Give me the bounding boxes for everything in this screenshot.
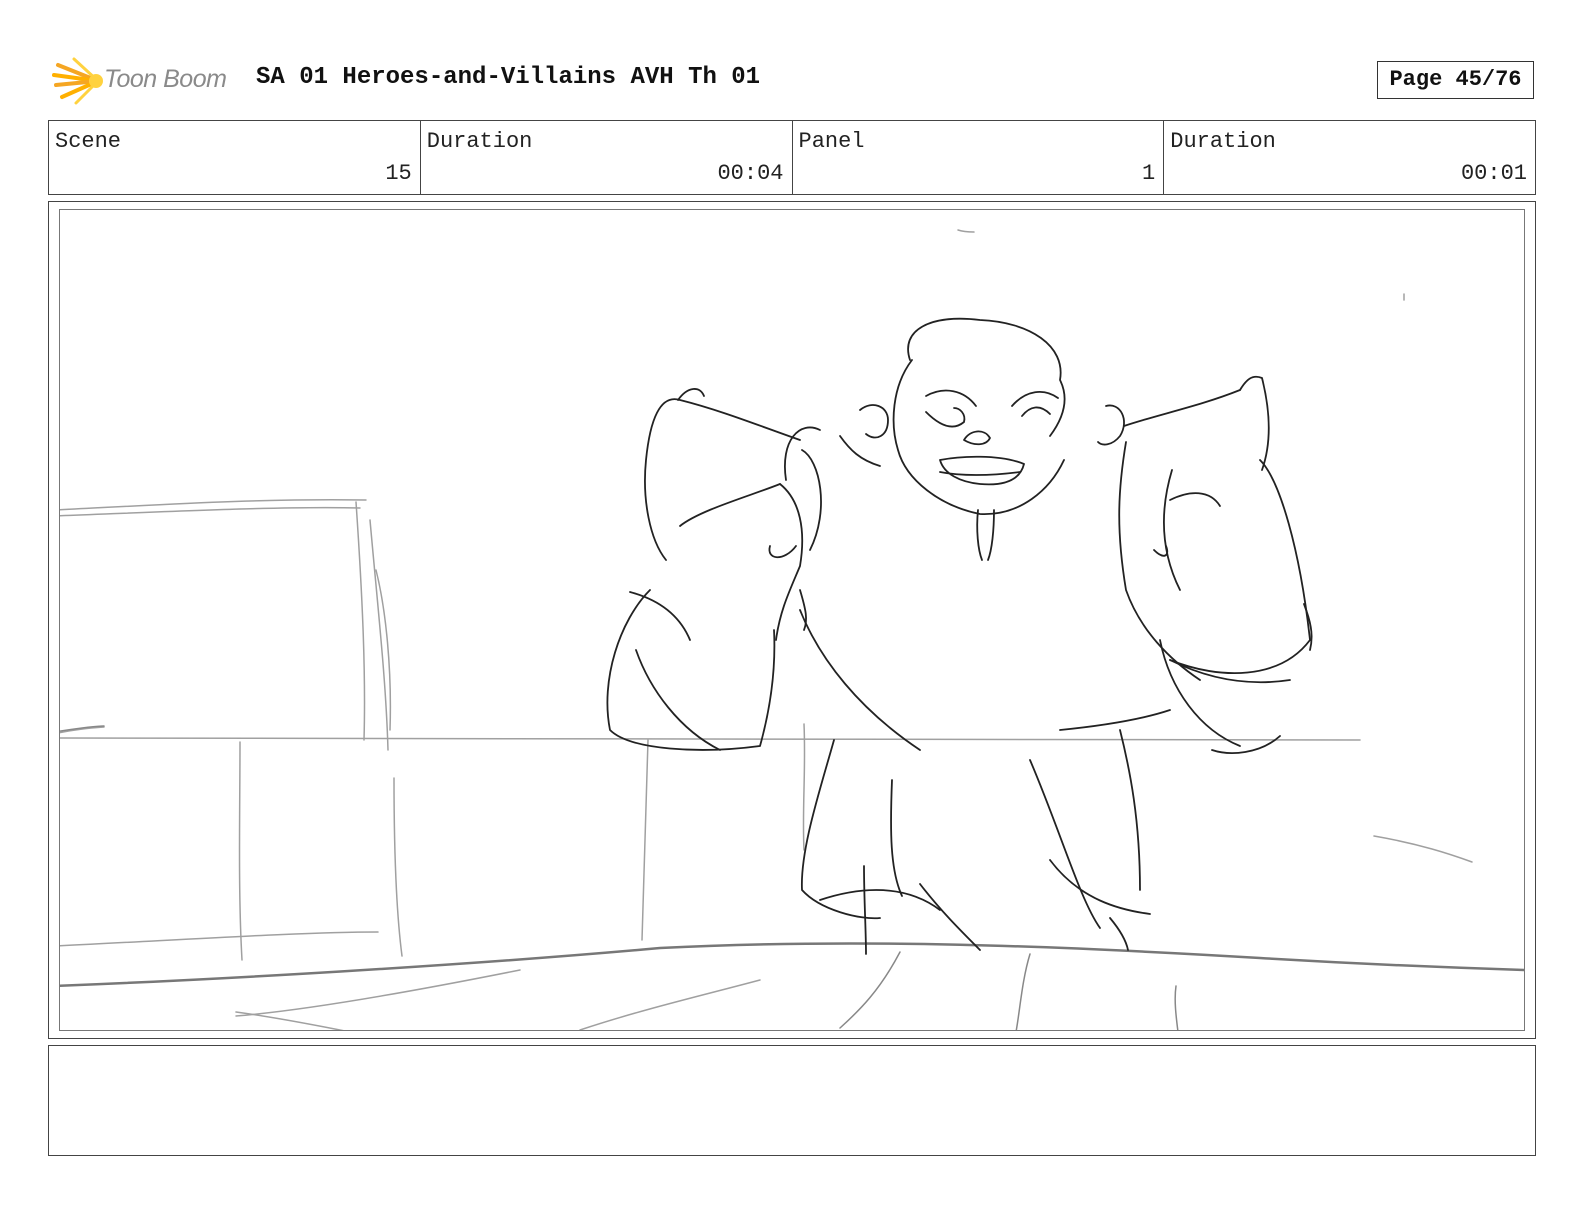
scene-value: 15: [385, 161, 412, 186]
scene-duration-label: Duration: [426, 129, 533, 154]
storyboard-panel-frame: [48, 201, 1536, 1039]
panel-duration-cell: Duration 00:01: [1164, 121, 1535, 194]
ground-line: [60, 942, 1524, 988]
panel-cell: Panel 1: [793, 121, 1165, 194]
panel-duration-value: 00:01: [1460, 161, 1527, 186]
scene-info-table: Scene 15 Duration 00:04 Panel 1 Duration…: [48, 120, 1536, 195]
panel-label: Panel: [798, 129, 865, 154]
storyboard-panel: [59, 209, 1525, 1031]
toon-boom-logo: Toon Boom: [52, 55, 242, 107]
panel-duration-label: Duration: [1170, 129, 1276, 154]
character-sketch: [606, 317, 1313, 955]
scene-label: Scene: [55, 129, 122, 154]
scene-duration-value: 00:04: [717, 161, 784, 186]
logo-text: Toon Boom: [104, 65, 227, 93]
notes-box: [48, 1045, 1536, 1156]
background-sketch: [60, 229, 1473, 1030]
starburst-icon: [52, 57, 103, 105]
scene-duration-cell: Duration 00:04: [421, 121, 793, 194]
document-title: SA 01 Heroes-and-Villains AVH Th 01: [256, 64, 761, 91]
page-indicator: Page 45/76: [1377, 61, 1534, 99]
panel-value: 1: [1142, 161, 1156, 186]
scene-cell: Scene 15: [49, 121, 421, 194]
sketch-drawing: [60, 229, 1524, 1030]
